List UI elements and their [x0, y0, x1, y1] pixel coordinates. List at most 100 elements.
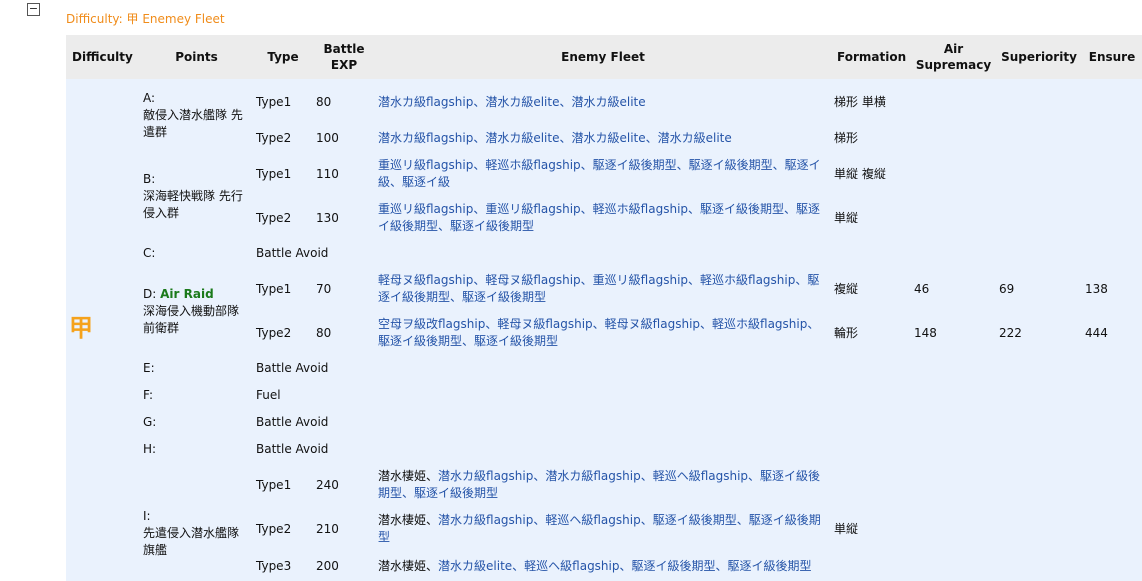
- exp-cell: 80: [313, 79, 375, 125]
- point-cell-c: C:: [140, 240, 253, 267]
- table-header-row: Difficulty Points Type Battle EXP Enemy …: [66, 35, 1142, 79]
- point-cell-d: D: Air Raid 深海侵入機動部隊 前衛群: [140, 267, 253, 355]
- fleet-cell: [375, 240, 831, 267]
- formation-cell: 複縦: [831, 267, 911, 311]
- point-cell-i: I: 先遣侵入潜水艦隊 旗艦: [140, 463, 253, 581]
- table-row: G: Battle Avoid: [66, 409, 1142, 436]
- difficulty-section-title: Difficulty: 甲 Enemey Fleet: [66, 12, 225, 26]
- formation-cell: 単縦 複縦: [831, 152, 911, 196]
- fleet-link[interactable]: 潜水カ級flagship、潜水カ級flagship、軽巡ヘ級flagship、駆…: [378, 469, 820, 500]
- type-cell: Type2: [253, 311, 313, 355]
- type-cell: Type2: [253, 196, 313, 240]
- ensure-cell: [1082, 152, 1142, 196]
- air-supremacy-cell: [911, 152, 996, 196]
- boss-name: 潜水棲姫、: [378, 513, 439, 527]
- boss-name: 潜水棲姫、: [378, 469, 439, 483]
- fleet-link[interactable]: 潜水カ級flagship、潜水カ級elite、潜水カ級elite: [375, 79, 831, 125]
- exp-cell: 210: [313, 507, 375, 551]
- header-enemy-fleet: Enemy Fleet: [375, 35, 831, 79]
- ensure-cell: [1082, 240, 1142, 267]
- table-row: I: 先遣侵入潜水艦隊 旗艦 Type1 240 潜水棲姫、潜水カ級flagsh…: [66, 463, 1142, 581]
- header-points: Points: [140, 35, 253, 79]
- air-supremacy-cell: [911, 196, 996, 240]
- table-row: 甲 A: 敵侵入潜水艦隊 先遣群 Type1 80 潜水カ級flagship、潜…: [66, 79, 1142, 581]
- superiority-cell: [996, 152, 1082, 196]
- formation-cell: 梯形: [831, 125, 911, 152]
- type-cell: Type3: [253, 551, 313, 581]
- point-name: 先遣侵入潜水艦隊 旗艦: [143, 525, 240, 557]
- ensure-cell: 138: [1082, 267, 1142, 311]
- exp-cell: 80: [313, 311, 375, 355]
- header-type: Type: [253, 35, 313, 79]
- air-supremacy-cell: [911, 125, 996, 152]
- formation-cell: [831, 240, 911, 267]
- header-battle-exp: Battle EXP: [313, 35, 375, 79]
- fleet-link[interactable]: 潜水カ級elite、軽巡ヘ級flagship、駆逐イ級後期型、駆逐イ級後期型: [438, 559, 811, 573]
- table-row: C: Battle Avoid: [66, 240, 1142, 267]
- type-cell: Battle Avoid: [253, 355, 375, 382]
- air-raid-tag: Air Raid: [160, 286, 214, 301]
- type-cell: Type1: [253, 152, 313, 196]
- point-cell-a: A: 敵侵入潜水艦隊 先遣群: [140, 79, 253, 152]
- point-name: 深海軽快戦隊 先行侵入群: [143, 188, 243, 220]
- type-cell: Type2: [253, 125, 313, 152]
- point-name: 敵侵入潜水艦隊 先遣群: [143, 108, 243, 139]
- table-row: F: Fuel: [66, 382, 1142, 409]
- superiority-cell: 222: [996, 311, 1082, 355]
- fleet-cell: 潜水棲姫、潜水カ級flagship、潜水カ級flagship、軽巡ヘ級flags…: [375, 463, 831, 507]
- exp-cell: 100: [313, 125, 375, 152]
- header-superiority: Superiority: [996, 35, 1082, 79]
- enemy-fleet-table: Difficulty Points Type Battle EXP Enemy …: [66, 35, 1142, 581]
- superiority-cell: [996, 240, 1082, 267]
- collapse-toggle-button[interactable]: −: [27, 3, 40, 16]
- formation-cell: [831, 551, 911, 581]
- air-supremacy-cell: 46: [911, 267, 996, 311]
- table-row: E: Battle Avoid: [66, 355, 1142, 382]
- point-cell-e: E:: [140, 355, 253, 382]
- point-cell-f: F:: [140, 382, 253, 409]
- point-letter: A:: [143, 91, 156, 105]
- point-letter: B:: [143, 171, 156, 186]
- superiority-cell: 69: [996, 267, 1082, 311]
- exp-cell: 70: [313, 267, 375, 311]
- fleet-link[interactable]: 重巡リ級flagship、重巡リ級flagship、軽巡ホ級flagship、駆…: [375, 196, 831, 240]
- difficulty-cell: 甲: [66, 79, 140, 581]
- point-name: 深海侵入機動部隊 前衛群: [143, 303, 240, 335]
- header-difficulty: Difficulty: [66, 35, 140, 79]
- point-cell-b: B: 深海軽快戦隊 先行侵入群: [140, 152, 253, 240]
- type-cell: Battle Avoid: [253, 240, 375, 267]
- type-cell: Fuel: [253, 382, 375, 409]
- boss-name: 潜水棲姫、: [378, 558, 439, 573]
- table-row: H: Battle Avoid: [66, 436, 1142, 463]
- fleet-cell: 潜水棲姫、潜水カ級flagship、軽巡ヘ級flagship、駆逐イ級後期型、駆…: [375, 507, 831, 551]
- ensure-cell: [1082, 79, 1142, 125]
- type-cell: Type1: [253, 463, 313, 507]
- type-cell: Type2: [253, 507, 313, 551]
- formation-cell: 輪形: [831, 311, 911, 355]
- ensure-cell: 444: [1082, 311, 1142, 355]
- point-cell-h: H:: [140, 436, 253, 463]
- formation-cell: 単縦: [831, 196, 911, 240]
- exp-cell: 110: [313, 152, 375, 196]
- air-supremacy-cell: [911, 79, 996, 125]
- table-row: D: Air Raid 深海侵入機動部隊 前衛群 Type1 70 軽母ヌ級fl…: [66, 267, 1142, 355]
- formation-cell: [831, 463, 911, 507]
- fleet-link[interactable]: 空母ヲ級改flagship、軽母ヌ級flagship、軽母ヌ級flagship、…: [375, 311, 831, 355]
- point-letter: I:: [143, 508, 151, 523]
- exp-cell: 130: [313, 196, 375, 240]
- fleet-link[interactable]: 重巡リ級flagship、軽巡ホ級flagship、駆逐イ級後期型、駆逐イ級後期…: [375, 152, 831, 196]
- fleet-link[interactable]: 潜水カ級flagship、軽巡ヘ級flagship、駆逐イ級後期型、駆逐イ級後期…: [378, 513, 821, 544]
- header-ensure: Ensure: [1082, 35, 1142, 79]
- point-letter: D:: [143, 286, 157, 301]
- superiority-cell: [996, 196, 1082, 240]
- type-cell: Type1: [253, 267, 313, 311]
- table-row: B: 深海軽快戦隊 先行侵入群 Type1 110 重巡リ級flagship、軽…: [66, 152, 1142, 240]
- exp-cell: 240: [313, 463, 375, 507]
- fleet-link[interactable]: 軽母ヌ級flagship、軽母ヌ級flagship、重巡リ級flagship、軽…: [375, 267, 831, 311]
- fleet-link[interactable]: 潜水カ級flagship、潜水カ級elite、潜水カ級elite、潜水カ級eli…: [375, 125, 831, 152]
- fleet-cell: 潜水棲姫、潜水カ級elite、軽巡ヘ級flagship、駆逐イ級後期型、駆逐イ級…: [375, 551, 831, 581]
- exp-cell: 200: [313, 551, 375, 581]
- air-supremacy-cell: 148: [911, 311, 996, 355]
- ensure-cell: [1082, 196, 1142, 240]
- point-cell-g: G:: [140, 409, 253, 436]
